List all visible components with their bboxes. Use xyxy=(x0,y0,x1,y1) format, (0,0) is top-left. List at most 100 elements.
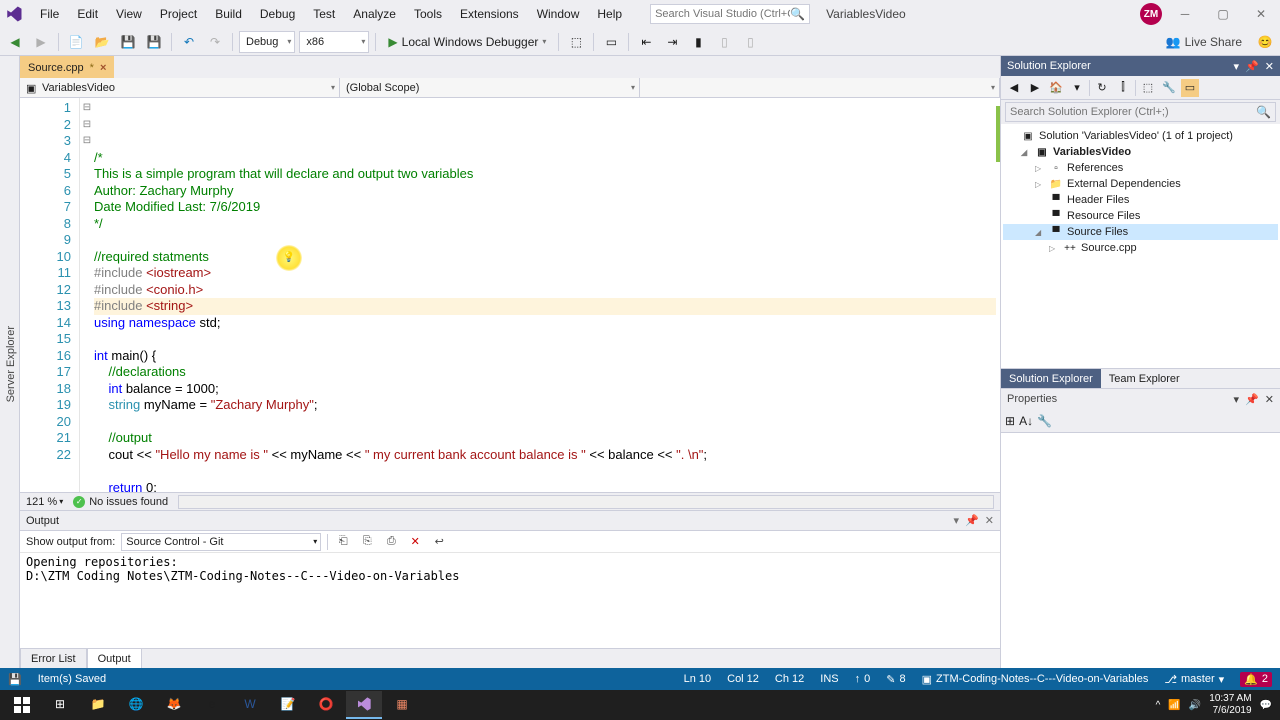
indent-more-icon[interactable]: ⇥ xyxy=(661,31,683,53)
dropdown-icon[interactable]: ▾ xyxy=(1234,393,1240,406)
platform-combo[interactable]: x86 xyxy=(299,31,369,53)
preview-icon[interactable]: ▭ xyxy=(1181,79,1199,97)
categorized-icon[interactable]: ⊞ xyxy=(1005,414,1015,428)
save-icon[interactable]: 💾 xyxy=(117,31,139,53)
code-editor[interactable]: 12345678910111213141516171819202122 ⊟⊟⊟ … xyxy=(20,98,1000,492)
tree-item[interactable]: ◢▀Source Files xyxy=(1003,224,1278,240)
dropdown-icon[interactable]: ▾ xyxy=(954,514,960,527)
ch-indicator[interactable]: Ch 12 xyxy=(775,673,804,685)
open-icon[interactable]: 📂 xyxy=(91,31,113,53)
show-all-icon[interactable]: ⬚ xyxy=(1139,79,1157,97)
back-icon[interactable]: ◀ xyxy=(1005,79,1023,97)
new-project-icon[interactable]: 📄 xyxy=(65,31,87,53)
forward-icon[interactable]: ▶ xyxy=(1026,79,1044,97)
dropdown-icon[interactable]: ▾ xyxy=(1234,60,1240,73)
menu-build[interactable]: Build xyxy=(207,3,250,25)
start-button[interactable] xyxy=(4,691,40,719)
user-avatar[interactable]: ZM xyxy=(1140,3,1162,25)
back-icon[interactable]: ◀ xyxy=(4,31,26,53)
tree-item[interactable]: ▷++Source.cpp xyxy=(1003,240,1278,256)
minimize-button[interactable]: ─ xyxy=(1170,4,1200,24)
config-combo[interactable]: Debug xyxy=(239,31,295,53)
git-up-indicator[interactable]: ↑ 0 xyxy=(855,673,871,685)
output-btn-2[interactable]: ⎘ xyxy=(358,533,376,551)
notepad-icon[interactable]: 📝 xyxy=(270,691,306,719)
code-body[interactable]: 💡 /*This is a simple program that will d… xyxy=(94,98,1000,492)
close-button[interactable]: ✕ xyxy=(1246,4,1276,24)
output-header[interactable]: Output ▾ 📌 ✕ xyxy=(20,511,1000,531)
pin-icon[interactable]: 📌 xyxy=(965,514,979,527)
project-scope-combo[interactable]: ▣ VariablesVideo xyxy=(20,78,340,97)
output-btn-3[interactable]: ⎙ xyxy=(382,533,400,551)
toolbar-btn-1[interactable]: ⬚ xyxy=(565,31,587,53)
menu-window[interactable]: Window xyxy=(529,3,588,25)
tree-item[interactable]: ▷📁External Dependencies xyxy=(1003,176,1278,192)
indent-less-icon[interactable]: ⇤ xyxy=(635,31,657,53)
ins-indicator[interactable]: INS xyxy=(820,673,838,685)
solution-search[interactable]: 🔍 xyxy=(1005,102,1276,122)
menu-tools[interactable]: Tools xyxy=(406,3,450,25)
quick-search[interactable]: 🔍 xyxy=(650,4,810,24)
undo-icon[interactable]: ↶ xyxy=(178,31,200,53)
solution-tree[interactable]: ▣Solution 'VariablesVideo' (1 of 1 proje… xyxy=(1001,124,1280,368)
quick-search-input[interactable] xyxy=(655,8,790,20)
edge-icon[interactable]: e xyxy=(194,691,230,719)
dock-tab-server-explorer[interactable]: Server Explorer xyxy=(3,320,19,408)
firefox-icon[interactable]: 🦊 xyxy=(156,691,192,719)
redo-icon[interactable]: ↷ xyxy=(204,31,226,53)
comment-icon[interactable]: ▮ xyxy=(687,31,709,53)
fold-gutter[interactable]: ⊟⊟⊟ xyxy=(80,98,94,492)
filter-icon[interactable]: ⫿ xyxy=(1114,79,1132,97)
panel-tab-team-explorer[interactable]: Team Explorer xyxy=(1101,369,1188,388)
pin-icon[interactable]: 📌 xyxy=(1245,60,1259,73)
switch-view-icon[interactable]: ▾ xyxy=(1068,79,1086,97)
bottom-tab-error-list[interactable]: Error List xyxy=(20,648,87,668)
toolbar-btn-2[interactable]: ▭ xyxy=(600,31,622,53)
forward-icon[interactable]: ▶ xyxy=(30,31,52,53)
tray-chevron-icon[interactable]: ^ xyxy=(1156,700,1161,711)
start-debugging-button[interactable]: ▶ Local Windows Debugger ▾ xyxy=(382,35,552,49)
menu-view[interactable]: View xyxy=(108,3,150,25)
menu-analyze[interactable]: Analyze xyxy=(345,3,404,25)
vs-taskbar-icon[interactable] xyxy=(346,691,382,719)
output-btn-1[interactable]: ⎗ xyxy=(334,533,352,551)
lightbulb-icon[interactable]: 💡 xyxy=(276,245,302,271)
member-scope-combo[interactable] xyxy=(640,78,1000,97)
bookmark-icon[interactable]: ▯ xyxy=(739,31,761,53)
col-indicator[interactable]: Col 12 xyxy=(727,673,759,685)
system-tray[interactable]: ^ 📶 🔊 10:37 AM 7/6/2019 💬 xyxy=(1156,693,1276,717)
maximize-button[interactable]: ▢ xyxy=(1208,4,1238,24)
menu-file[interactable]: File xyxy=(32,3,67,25)
wrench-icon[interactable]: 🔧 xyxy=(1037,414,1052,428)
horizontal-scrollbar[interactable] xyxy=(178,495,994,509)
branch-indicator[interactable]: ⎇ master ▾ xyxy=(1164,673,1224,686)
wrap-icon[interactable]: ↩ xyxy=(430,533,448,551)
properties-header[interactable]: Properties ▾📌✕ xyxy=(1001,389,1280,409)
word-icon[interactable]: W xyxy=(232,691,268,719)
network-icon[interactable]: 📶 xyxy=(1168,700,1180,711)
refresh-icon[interactable]: ↻ xyxy=(1093,79,1111,97)
obs-icon[interactable]: ⭕ xyxy=(308,691,344,719)
menu-edit[interactable]: Edit xyxy=(69,3,106,25)
scroll-map[interactable] xyxy=(994,98,1000,492)
bottom-tab-output[interactable]: Output xyxy=(87,648,142,668)
properties-icon[interactable]: 🔧 xyxy=(1160,79,1178,97)
alphabetical-icon[interactable]: A↓ xyxy=(1019,414,1033,428)
tree-item[interactable]: ▀Resource Files xyxy=(1003,208,1278,224)
solution-explorer-header[interactable]: Solution Explorer ▾📌✕ xyxy=(1001,56,1280,76)
zoom-control[interactable]: 121 % ▾ xyxy=(26,496,63,508)
global-scope-combo[interactable]: (Global Scope) xyxy=(340,78,640,97)
live-share-button[interactable]: 👥 Live Share xyxy=(1158,35,1250,49)
output-source-combo[interactable]: Source Control - Git xyxy=(121,533,321,551)
tree-item[interactable]: ◢▣VariablesVideo xyxy=(1003,144,1278,160)
chrome-icon[interactable]: 🌐 xyxy=(118,691,154,719)
panel-tab-solution-explorer[interactable]: Solution Explorer xyxy=(1001,369,1101,388)
close-panel-icon[interactable]: ✕ xyxy=(1265,393,1274,406)
feedback-icon[interactable]: 😊 xyxy=(1254,31,1276,53)
close-panel-icon[interactable]: ✕ xyxy=(985,514,994,527)
notifications-icon[interactable]: 🔔2 xyxy=(1240,672,1272,687)
tree-item[interactable]: ▀Header Files xyxy=(1003,192,1278,208)
menu-extensions[interactable]: Extensions xyxy=(452,3,527,25)
tree-item[interactable]: ▣Solution 'VariablesVideo' (1 of 1 proje… xyxy=(1003,128,1278,144)
issues-indicator[interactable]: ✓ No issues found xyxy=(73,496,168,508)
